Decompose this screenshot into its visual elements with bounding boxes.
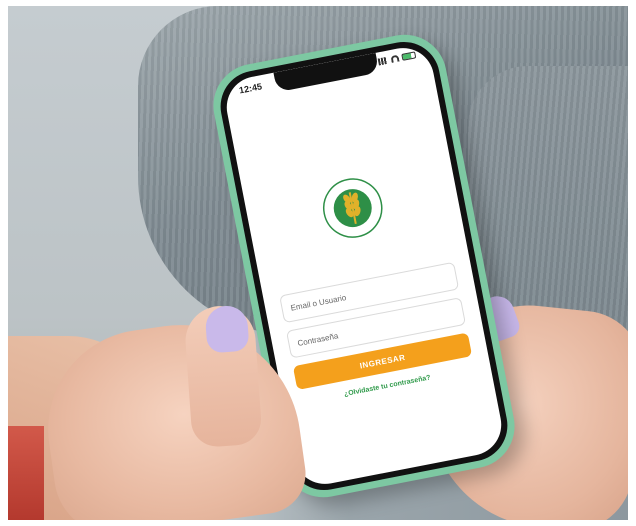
status-icons bbox=[377, 51, 417, 66]
login-form: Email o Usuario Contraseña INGRESAR ¿Olv… bbox=[279, 261, 475, 407]
signal-icon bbox=[377, 56, 389, 66]
phone-notch bbox=[273, 52, 380, 93]
red-clothing bbox=[8, 426, 44, 520]
photo-scene: 12:45 Email o Usuario Contraseña INGRESA… bbox=[8, 6, 628, 520]
battery-icon bbox=[401, 51, 417, 61]
wifi-icon bbox=[390, 54, 400, 63]
wheat-logo-icon bbox=[322, 178, 383, 238]
status-time: 12:45 bbox=[238, 81, 263, 96]
